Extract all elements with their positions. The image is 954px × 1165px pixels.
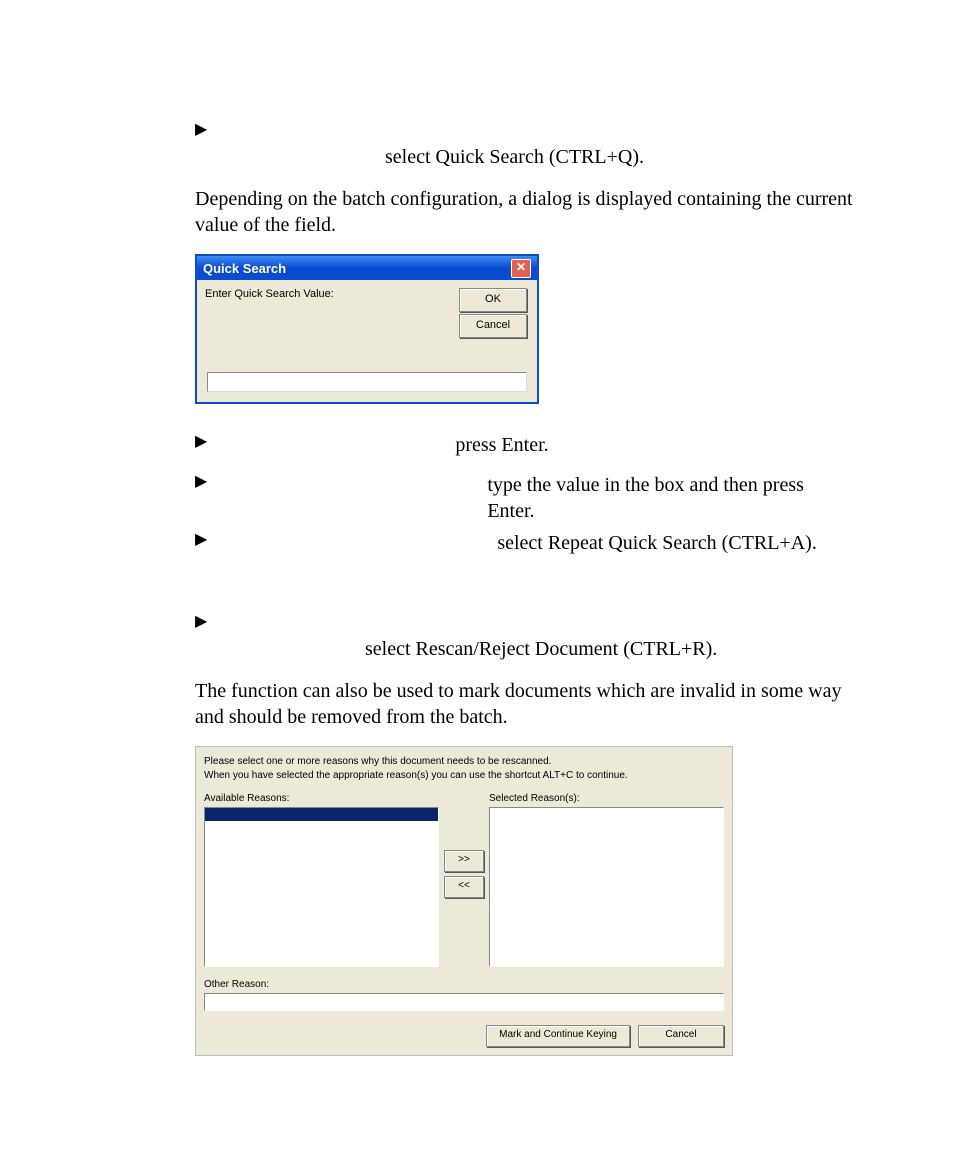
- bullet-item: ▶ type the value in the box and then pre…: [195, 472, 854, 524]
- dialog-title: Quick Search: [203, 261, 286, 276]
- mark-continue-button[interactable]: Mark and Continue Keying: [486, 1025, 630, 1047]
- bullet-text: type the value in the box and then press…: [487, 472, 854, 524]
- paragraph: Depending on the batch configuration, a …: [195, 186, 854, 238]
- move-left-button[interactable]: <<: [444, 876, 484, 898]
- list-columns: Available Reasons: >> << Selected Reason…: [204, 793, 724, 967]
- other-reason-input[interactable]: [204, 993, 724, 1011]
- triangle-bullet-icon: ▶: [195, 612, 207, 632]
- bullet-text: select Rescan/Reject Document (CTRL+R).: [365, 636, 854, 662]
- bullet-text: press Enter.: [455, 432, 548, 458]
- close-button[interactable]: ✕: [511, 259, 531, 278]
- triangle-bullet-icon: ▶: [195, 432, 207, 452]
- listbox-label: Available Reasons:: [204, 793, 439, 804]
- info-line: Please select one or more reasons why th…: [204, 755, 724, 769]
- bullet-item: ▶: [195, 612, 854, 632]
- triangle-bullet-icon: ▶: [195, 120, 207, 140]
- paragraph: The function can also be used to mark do…: [195, 678, 854, 730]
- other-reason-label: Other Reason:: [204, 979, 724, 990]
- cancel-button[interactable]: Cancel: [459, 314, 527, 338]
- dialog-body: Enter Quick Search Value: OK Cancel: [197, 280, 537, 402]
- triangle-bullet-icon: ▶: [195, 530, 207, 550]
- available-column: Available Reasons:: [204, 793, 439, 967]
- list-item[interactable]: [205, 808, 438, 821]
- move-buttons-column: >> <<: [439, 793, 489, 900]
- ok-button[interactable]: OK: [459, 288, 527, 312]
- available-reasons-listbox[interactable]: [204, 807, 439, 967]
- document-page: ▶ select Quick Search (CTRL+Q). Dependin…: [0, 0, 954, 1122]
- selected-column: Selected Reason(s):: [489, 793, 724, 967]
- rescan-dialog: Please select one or more reasons why th…: [195, 746, 733, 1056]
- bullet-text: select Repeat Quick Search (CTRL+A).: [497, 530, 817, 556]
- bullet-item: ▶ press Enter.: [195, 432, 854, 458]
- move-right-button[interactable]: >>: [444, 850, 484, 872]
- dialog-info-text: Please select one or more reasons why th…: [204, 755, 724, 783]
- listbox-label: Selected Reason(s):: [489, 793, 724, 804]
- selected-reasons-listbox[interactable]: [489, 807, 724, 967]
- bullet-item: ▶: [195, 120, 854, 140]
- info-line: When you have selected the appropriate r…: [204, 769, 724, 783]
- triangle-bullet-icon: ▶: [195, 472, 207, 492]
- bullet-text: select Quick Search (CTRL+Q).: [385, 144, 854, 170]
- dialog-titlebar: Quick Search ✕: [197, 256, 537, 280]
- cancel-button[interactable]: Cancel: [638, 1025, 724, 1047]
- quick-search-input[interactable]: [207, 372, 527, 392]
- quick-search-dialog: Quick Search ✕ Enter Quick Search Value:…: [195, 254, 539, 404]
- dialog-footer: Mark and Continue Keying Cancel: [204, 1025, 724, 1047]
- bullet-item: ▶ select Repeat Quick Search (CTRL+A).: [195, 530, 854, 556]
